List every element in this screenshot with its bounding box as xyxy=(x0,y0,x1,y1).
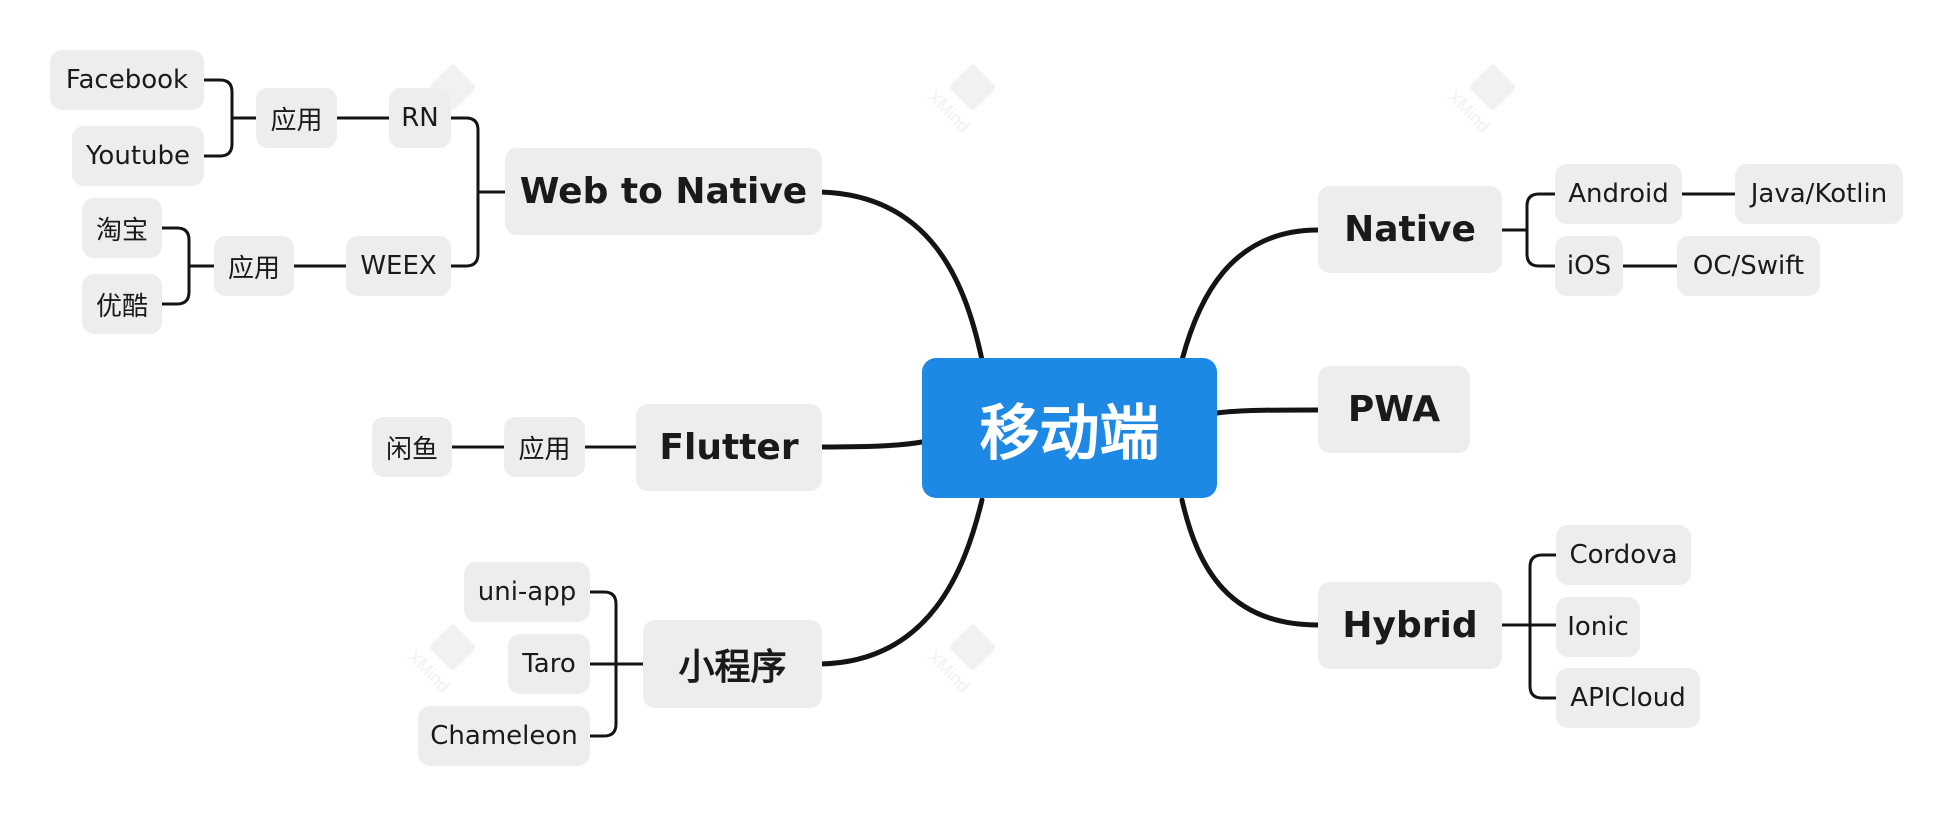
topic-ios[interactable]: iOS xyxy=(1555,236,1623,296)
topic-apicloud[interactable]: APICloud xyxy=(1556,668,1700,728)
topic-pwa[interactable]: PWA xyxy=(1318,366,1470,453)
topic-youku[interactable]: 优酷 xyxy=(82,274,162,334)
topic-android[interactable]: Android xyxy=(1555,164,1682,224)
topic-weex[interactable]: WEEX xyxy=(346,236,451,296)
connector-root-mini-program xyxy=(817,497,985,667)
topic-mini-program[interactable]: 小程序 xyxy=(643,620,822,708)
topic-weex-app[interactable]: 应用 xyxy=(214,236,294,296)
topic-ionic[interactable]: Ionic xyxy=(1556,597,1640,657)
connector-root-hybrid xyxy=(1179,497,1321,628)
topic-rn[interactable]: RN xyxy=(389,88,451,148)
connector-rn-apps-bracket xyxy=(202,78,258,158)
connector-root-pwa xyxy=(1214,407,1321,416)
topic-chameleon[interactable]: Chameleon xyxy=(418,706,590,766)
root-topic[interactable]: 移动端 xyxy=(922,358,1217,498)
connector-hybrid-bracket xyxy=(1500,553,1558,700)
topic-youtube[interactable]: Youtube xyxy=(72,126,204,186)
connector-weex-apps-bracket xyxy=(160,226,216,306)
topic-oc-swift[interactable]: OC/Swift xyxy=(1677,236,1820,296)
topic-native[interactable]: Native xyxy=(1318,186,1502,273)
topic-xianyu[interactable]: 闲鱼 xyxy=(372,417,452,477)
topic-java-kotlin[interactable]: Java/Kotlin xyxy=(1735,164,1903,224)
topic-taro[interactable]: Taro xyxy=(508,634,590,694)
connector-web-to-native-bracket xyxy=(449,116,507,268)
topic-hybrid[interactable]: Hybrid xyxy=(1318,582,1502,669)
connector-root-web-to-native xyxy=(817,189,985,363)
topic-web-to-native[interactable]: Web to Native xyxy=(505,148,822,235)
connector-root-flutter xyxy=(819,439,925,450)
connector-root-native xyxy=(1179,227,1321,363)
connector-native-bracket xyxy=(1500,192,1557,268)
topic-taobao[interactable]: 淘宝 xyxy=(82,198,162,258)
topic-cordova[interactable]: Cordova xyxy=(1556,525,1691,585)
topic-flutter-app[interactable]: 应用 xyxy=(504,417,585,477)
topic-rn-app[interactable]: 应用 xyxy=(256,88,337,148)
topic-flutter[interactable]: Flutter xyxy=(636,404,822,491)
connector-mini-program-bracket xyxy=(588,590,645,738)
topic-uni-app[interactable]: uni-app xyxy=(464,562,590,622)
topic-facebook[interactable]: Facebook xyxy=(50,50,204,110)
